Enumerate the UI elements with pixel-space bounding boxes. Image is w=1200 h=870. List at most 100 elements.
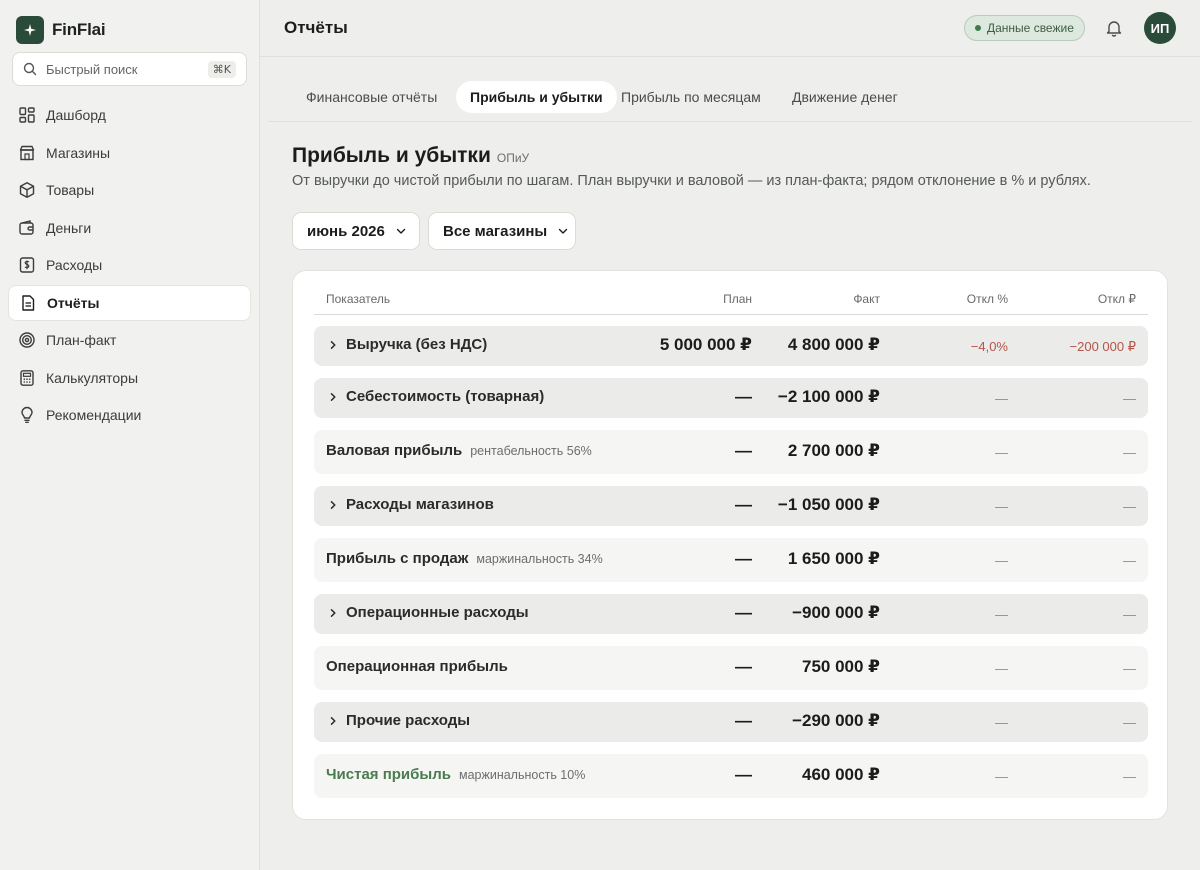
plan-value: — bbox=[735, 495, 752, 514]
row-note: маржинальность 10% bbox=[458, 768, 586, 782]
sidebar-item-expenses[interactable]: Расходы bbox=[8, 247, 251, 283]
sidebar-item-products[interactable]: Товары bbox=[8, 172, 251, 208]
topbar: Отчёты Данные свежие ИП bbox=[260, 0, 1200, 57]
deviation-rub-value: — bbox=[1123, 607, 1136, 622]
table-row[interactable]: Расходы магазинов — −1 050 000 ₽ — — bbox=[314, 486, 1148, 526]
plan-value: — bbox=[735, 711, 752, 730]
deviation-rub-value: — bbox=[1123, 445, 1136, 460]
chevron-right-icon[interactable] bbox=[328, 716, 338, 726]
tab-profit-by-month[interactable]: Прибыль по месяцам bbox=[607, 81, 775, 113]
table-row: Прибыль с продаж маржинальность 34% — 1 650… bbox=[314, 538, 1148, 582]
table-row[interactable]: Себестоимость (товарная) — −2 100 000 ₽ — — bbox=[314, 378, 1148, 418]
stores-select[interactable]: Все магазины bbox=[428, 212, 576, 250]
tab-financial-reports[interactable]: Финансовые отчёты bbox=[292, 81, 451, 113]
brand[interactable]: FinFlai bbox=[16, 16, 106, 44]
row-label-cell: Операционная прибыль bbox=[326, 658, 508, 675]
chevron-right-icon[interactable] bbox=[328, 500, 338, 510]
deviation-pct-value: — bbox=[995, 661, 1008, 676]
plan-value: — bbox=[735, 657, 752, 676]
period-value: июнь 2026 bbox=[307, 222, 385, 240]
row-label: Себестоимость (товарная) bbox=[346, 388, 545, 405]
report-heading: Прибыль и убытки ОПиУ bbox=[292, 144, 529, 168]
fact-value: −900 000 ₽ bbox=[792, 603, 880, 622]
search-box[interactable]: ⌘K bbox=[12, 52, 247, 86]
column-header-deviation-pct: Откл % bbox=[966, 292, 1008, 306]
table-header: Показатель План Факт Откл % Откл ₽ bbox=[314, 287, 1148, 315]
pnl-table-card: Показатель План Факт Откл % Откл ₽ Выруч… bbox=[292, 270, 1168, 820]
chevron-down-icon bbox=[557, 225, 569, 237]
row-label: Расходы магазинов bbox=[346, 496, 494, 513]
report-description: От выручки до чистой прибыли по шагам. П… bbox=[292, 173, 1091, 189]
sidebar-item-label: План-факт bbox=[46, 332, 117, 348]
sidebar-nav: Дашборд Магазины Товары Деньги Расходы О… bbox=[8, 97, 251, 435]
row-label-cell: Чистая прибыль маржинальность 10% bbox=[326, 766, 585, 783]
sidebar-item-recommendations[interactable]: Рекомендации bbox=[8, 397, 251, 433]
status-text: Данные свежие bbox=[987, 21, 1074, 35]
sidebar-item-stores[interactable]: Магазины bbox=[8, 135, 251, 171]
brand-logo-icon bbox=[16, 16, 44, 44]
fact-value: 4 800 000 ₽ bbox=[787, 335, 880, 354]
column-header-deviation-rub: Откл ₽ bbox=[1097, 292, 1136, 306]
tab-profit-loss[interactable]: Прибыль и убытки bbox=[456, 81, 617, 113]
sidebar-item-label: Рекомендации bbox=[46, 407, 142, 423]
table-row[interactable]: Операционные расходы — −900 000 ₽ — — bbox=[314, 594, 1148, 634]
sidebar-item-plan-fact[interactable]: План-факт bbox=[8, 322, 251, 358]
report-tabs: Финансовые отчёты Прибыль и убытки Прибы… bbox=[268, 57, 1192, 122]
avatar[interactable]: ИП bbox=[1144, 12, 1176, 44]
search-input[interactable] bbox=[46, 61, 196, 77]
row-note: маржинальность 34% bbox=[476, 552, 603, 566]
fact-value: 460 000 ₽ bbox=[801, 765, 880, 784]
sidebar-item-label: Магазины bbox=[46, 144, 111, 161]
deviation-pct-value: — bbox=[995, 445, 1008, 460]
fact-value: 750 000 ₽ bbox=[801, 657, 880, 676]
plan-value: — bbox=[735, 387, 752, 406]
sidebar-item-label: Товары bbox=[46, 182, 95, 198]
deviation-rub-value: — bbox=[1123, 715, 1136, 730]
plan-value: — bbox=[735, 441, 752, 460]
brand-name: FinFlai bbox=[52, 20, 106, 39]
box-icon bbox=[18, 181, 36, 199]
row-label: Валовая прибыль bbox=[326, 442, 463, 459]
store-icon bbox=[18, 144, 36, 162]
row-label-cell: Валовая прибыль рентабельность 56% bbox=[326, 442, 592, 459]
period-select[interactable]: июнь 2026 bbox=[292, 212, 420, 250]
sidebar-item-label: Дашборд bbox=[46, 107, 106, 123]
deviation-pct-value: — bbox=[995, 715, 1008, 730]
chevron-right-icon[interactable] bbox=[328, 392, 338, 402]
deviation-pct-value: — bbox=[995, 391, 1008, 406]
deviation-pct-value: — bbox=[995, 607, 1008, 622]
deviation-pct-value: — bbox=[995, 553, 1008, 568]
lightbulb-icon bbox=[18, 406, 36, 424]
fact-value: −2 100 000 ₽ bbox=[777, 387, 880, 406]
bell-icon[interactable] bbox=[1104, 18, 1124, 38]
fact-value: −1 050 000 ₽ bbox=[777, 495, 880, 514]
page-title: Отчёты bbox=[284, 18, 348, 37]
fact-value: 2 700 000 ₽ bbox=[787, 441, 880, 460]
row-label: Чистая прибыль bbox=[326, 766, 451, 783]
chevron-right-icon[interactable] bbox=[328, 340, 338, 350]
table-row: Операционная прибыль — 750 000 ₽ — — bbox=[314, 646, 1148, 690]
table-row[interactable]: Выручка (без НДС) 5 000 000 ₽ 4 800 000 ₽ −… bbox=[314, 326, 1148, 366]
calculator-icon bbox=[18, 369, 36, 387]
sidebar-item-label: Отчёты bbox=[47, 294, 100, 311]
sidebar-item-calculators[interactable]: Калькуляторы bbox=[8, 360, 251, 396]
search-icon bbox=[23, 62, 37, 76]
deviation-rub-value: — bbox=[1123, 391, 1136, 406]
sidebar-item-money[interactable]: Деньги bbox=[8, 210, 251, 246]
column-header-fact: Факт bbox=[853, 292, 880, 306]
column-header-indicator: Показатель bbox=[326, 292, 391, 306]
sidebar-item-dashboard[interactable]: Дашборд bbox=[8, 97, 251, 133]
sidebar-item-reports[interactable]: Отчёты bbox=[8, 284, 251, 321]
row-label-cell: Операционные расходы bbox=[328, 604, 529, 621]
row-label-cell: Прибыль с продаж маржинальность 34% bbox=[326, 550, 603, 567]
chevron-down-icon bbox=[395, 225, 407, 237]
table-row[interactable]: Прочие расходы — −290 000 ₽ — — bbox=[314, 702, 1148, 742]
row-label: Выручка (без НДС) bbox=[346, 336, 488, 353]
plan-value: — bbox=[735, 603, 752, 622]
chevron-right-icon[interactable] bbox=[328, 608, 338, 618]
deviation-rub-value: — bbox=[1123, 553, 1136, 568]
tab-cash-flow[interactable]: Движение денег bbox=[778, 81, 912, 113]
plan-value: 5 000 000 ₽ bbox=[659, 335, 752, 354]
row-label-cell: Расходы магазинов bbox=[328, 496, 494, 513]
row-label-cell: Прочие расходы bbox=[328, 712, 470, 729]
